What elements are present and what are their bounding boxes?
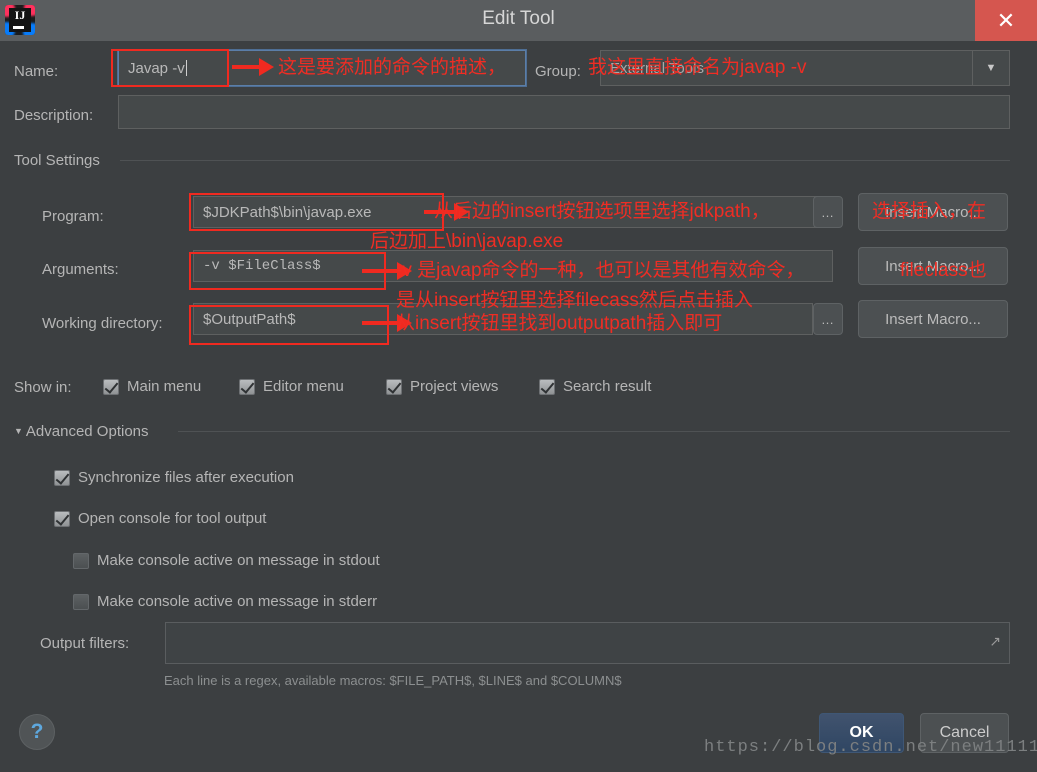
dialog-content: Name: Javap -v Group: External Tools ▼ D… [0,41,1024,772]
working-directory-browse-button[interactable]: … [813,303,843,335]
vertical-scrollbar[interactable] [1024,41,1037,772]
working-directory-label: Working directory: [42,315,163,332]
checkbox-label: Main menu [127,378,202,395]
checkbox-icon[interactable] [73,593,89,610]
help-button[interactable]: ? [19,714,55,750]
arguments-label: Arguments: [42,261,119,278]
program-browse-button[interactable]: … [813,196,843,228]
checkbox-label: Open console for tool output [78,510,267,527]
checkbox-icon[interactable] [239,378,255,395]
advanced-checkbox-synchronize-files[interactable]: Synchronize files after execution [54,469,294,486]
edit-tool-dialog: IJ Edit Tool ✕ Name: Javap -v Group: Ext… [0,0,1037,772]
checkbox-icon[interactable] [54,510,70,527]
checkbox-label: Make console active on message in stdout [97,552,380,569]
description-input[interactable] [118,95,1010,129]
arguments-input-value: -v $FileClass$ [203,258,321,274]
output-filters-hint: Each line is a regex, available macros: … [164,673,622,688]
checkbox-label: Synchronize files after execution [78,469,294,486]
name-label: Name: [14,63,59,80]
working-directory-input[interactable]: $OutputPath$ [193,303,813,335]
title-bar: IJ Edit Tool ✕ [0,0,1037,41]
name-input-value: Javap -v [128,59,185,77]
program-label: Program: [42,208,104,225]
tool-settings-section-title: Tool Settings [14,152,100,169]
arguments-insert-macro-button[interactable]: Insert Macro... [858,247,1008,285]
group-label: Group: [535,63,581,80]
arguments-input[interactable]: -v $FileClass$ [193,250,833,282]
advanced-options-section-title[interactable]: ▼ Advanced Options [14,423,149,440]
watermark: https://blog.csdn.net/new1111111 [704,738,1037,757]
group-combobox[interactable]: External Tools ▼ [600,50,1010,86]
checkbox-label: Search result [563,378,652,395]
working-directory-input-value: $OutputPath$ [203,310,296,328]
checkbox-icon[interactable] [73,552,89,569]
checkbox-label: Editor menu [263,378,344,395]
checkbox-icon[interactable] [539,378,555,395]
checkbox-icon[interactable] [103,378,119,395]
working-directory-insert-macro-button[interactable]: Insert Macro... [858,300,1008,338]
checkbox-icon[interactable] [54,469,70,486]
group-combobox-value: External Tools [610,59,704,77]
advanced-checkbox-open-console[interactable]: Open console for tool output [54,510,266,527]
checkbox-icon[interactable] [386,378,402,395]
show-in-checkbox-main-menu[interactable]: Main menu [103,378,201,395]
show-in-label: Show in: [14,379,72,396]
tool-settings-divider [120,160,1010,161]
window-title: Edit Tool [482,8,555,29]
advanced-options-divider [178,431,1010,432]
close-icon[interactable]: ✕ [975,0,1037,41]
advanced-checkbox-console-active-stdout[interactable]: Make console active on message in stdout [73,552,380,569]
description-label: Description: [14,107,94,124]
program-insert-macro-button[interactable]: Insert Macro... [858,193,1008,231]
name-input[interactable]: Javap -v [117,49,527,87]
output-filters-label: Output filters: [40,635,130,652]
advanced-checkbox-console-active-stderr[interactable]: Make console active on message in stderr [73,593,377,610]
show-in-checkbox-search-result[interactable]: Search result [539,378,651,395]
output-filters-input[interactable]: ↗ [165,622,1010,664]
checkbox-label: Make console active on message in stderr [97,593,378,610]
chevron-down-icon[interactable]: ▼ [14,426,23,436]
checkbox-label: Project views [410,378,499,395]
show-in-checkbox-editor-menu[interactable]: Editor menu [239,378,344,395]
show-in-checkbox-project-views[interactable]: Project views [386,378,498,395]
program-input-value: $JDKPath$\bin\javap.exe [203,203,372,221]
chevron-down-icon[interactable]: ▼ [972,51,1009,85]
expand-icon[interactable]: ↗ [989,633,1001,650]
advanced-options-label: Advanced Options [25,423,149,440]
program-input[interactable]: $JDKPath$\bin\javap.exe [193,196,833,228]
